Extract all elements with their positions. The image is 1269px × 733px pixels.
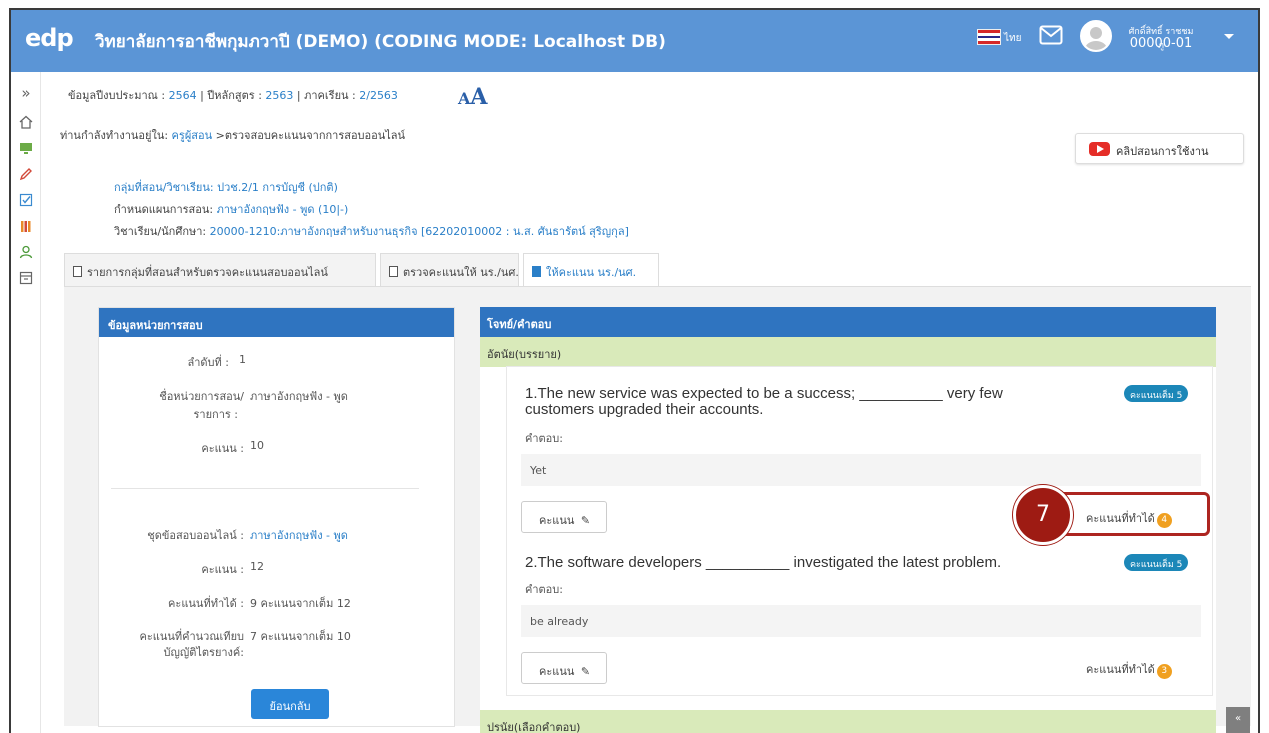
earned-score: คะแนนที่ทำได้ 3 [1086, 660, 1172, 679]
checkbox-icon[interactable] [18, 193, 34, 209]
sidebar: » [11, 72, 41, 733]
set-score-value: 12 [250, 560, 264, 573]
divider [111, 488, 419, 489]
budget-label: ข้อมูลปีงบประมาณ : [68, 89, 166, 102]
app-logo[interactable]: edp [25, 24, 74, 52]
thai-flag-icon[interactable] [977, 29, 1001, 45]
meta-subject: วิชาเรียน/นักศึกษา: 20000-1210:ภาษาอังกฤ… [114, 222, 629, 240]
tab-group-list[interactable]: รายการกลุ่มที่สอนสำหรับตรวจคะแนนสอบออนไล… [64, 253, 376, 286]
unit-label-2: รายการ : [193, 408, 238, 421]
question-answer-panel-title: โจทย์/คำตอบ [480, 307, 1216, 337]
score-button-label: คะแนน [539, 514, 575, 527]
answer-label: คำตอบ: [525, 583, 563, 596]
document-icon [532, 266, 541, 277]
earned-score-value: 3 [1156, 664, 1172, 679]
monitor-icon[interactable] [18, 141, 34, 157]
breadcrumb-current: >ตรวจสอบคะแนนจากการสอบออนไลน์ [215, 129, 406, 142]
tab-label: รายการกลุ่มที่สอนสำหรับตรวจคะแนนสอบออนไล… [87, 266, 328, 279]
semester-label: ภาคเรียน : [304, 89, 356, 102]
budget-value: 2564 [168, 89, 197, 102]
font-size-controls: AA [458, 84, 488, 110]
unit-value: ภาษาอังกฤษฟัง - พูด [250, 390, 348, 403]
score-edit-button[interactable]: คะแนน ✎ [521, 652, 607, 684]
full-score-badge: คะแนนเต็ม 5 [1124, 385, 1189, 402]
semester-value: 2/2563 [359, 89, 398, 102]
chevrons-right-icon[interactable]: » [18, 84, 34, 102]
breadcrumb-prefix: ท่านกำลังทำงานอยู่ใน: [60, 129, 169, 142]
subject-label: วิชาเรียน/นักศึกษา: [114, 225, 207, 238]
exam-unit-panel: ข้อมูลหน่วยการสอบ ลำดับที่ : 1 ชื่อหน่วย… [98, 307, 455, 727]
home-icon[interactable] [18, 115, 34, 131]
calc-value: 7 คะแนนจากเต็ม 10 [250, 630, 351, 643]
breadcrumb: ท่านกำลังทำงานอยู่ใน: ครูผู้สอน >ตรวจสอบ… [60, 126, 405, 144]
question-1-line-1: 1.The new service was expected to be a s… [525, 385, 1003, 402]
order-value: 1 [239, 353, 246, 366]
set-label: ชุดข้อสอบออนไลน์ : [147, 529, 244, 542]
exam-unit-panel-title: ข้อมูลหน่วยการสอบ [99, 308, 454, 337]
full-score-badge: คะแนนเต็ม 5 [1124, 554, 1189, 571]
group-label: กลุ่มที่สอน/วิชาเรียน: [114, 181, 214, 194]
plan-label: กำหนดแผนการสอน: [114, 203, 214, 216]
meta-plan: กำหนดแผนการสอน: ภาษาอังกฤษฟัง - พูด (10|… [114, 200, 348, 218]
youtube-icon [1089, 142, 1110, 156]
curriculum-label: ปีหลักสูตร : [207, 89, 262, 102]
plan-value[interactable]: ภาษาอังกฤษฟัง - พูด (10|-) [217, 203, 349, 216]
user-menu-chevron-down-icon[interactable] [1224, 34, 1234, 39]
tab-give-scores[interactable]: ให้คะแนน นร./นศ. [523, 253, 659, 288]
score-label: คะแนน : [201, 442, 244, 455]
books-icon[interactable] [18, 219, 34, 235]
archive-icon[interactable] [18, 271, 34, 287]
curriculum-value: 2563 [265, 89, 294, 102]
pencil-icon[interactable] [18, 167, 34, 183]
section-subjective: อัตนัย(บรรยาย) [480, 337, 1216, 367]
callout-step-number: 7 [1013, 485, 1073, 545]
avatar[interactable] [1080, 20, 1112, 52]
score-button-label: คะแนน [539, 665, 575, 678]
user-icon[interactable] [18, 245, 34, 261]
mail-icon[interactable] [1039, 25, 1063, 48]
answer-text: be already [521, 605, 1201, 637]
subject-value[interactable]: 20000-1210:ภาษาอังกฤษสำหรับงานธุรกิจ [62… [210, 225, 629, 238]
group-value[interactable]: ปวช.2/1 การบัญชี (ปกติ) [217, 181, 338, 194]
order-label: ลำดับที่ : [187, 356, 230, 369]
font-size-small-button[interactable]: A [458, 89, 470, 108]
question-2-line-1: 2.The software developers __________ inv… [525, 554, 1002, 571]
language-label[interactable]: ไทย [1004, 31, 1021, 46]
question-1-line-2: customers upgraded their accounts. [525, 401, 764, 418]
fiscal-info: ข้อมูลปีงบประมาณ : 2564 | ปีหลักสูตร : 2… [68, 89, 398, 102]
scroll-to-top-button[interactable]: « [1226, 707, 1250, 733]
tutorial-video-label: คลิปสอนการใช้งาน [1116, 145, 1209, 158]
tab-label: ตรวจคะแนนให้ นร./นศ. [403, 266, 519, 279]
back-button[interactable]: ย้อนกลับ [251, 689, 329, 719]
meta-group: กลุ่มที่สอน/วิชาเรียน: ปวช.2/1 การบัญชี … [114, 178, 338, 196]
earned-score-label: คะแนนที่ทำได้ [1086, 663, 1155, 676]
section-objective: ปรนัย(เลือกคำตอบ) [480, 710, 1216, 733]
set-score-label: คะแนน : [201, 563, 244, 576]
app-title: วิทยาลัยการอาชีพกุมภวาปี (DEMO) (CODING … [95, 32, 666, 52]
earned-value: 9 คะแนนจากเต็ม 12 [250, 597, 351, 610]
breadcrumb-role-link[interactable]: ครูผู้สอน [172, 129, 213, 142]
callout-highlight-box [1053, 492, 1210, 536]
edit-icon: ✎ [580, 514, 591, 527]
font-size-large-button[interactable]: A [470, 84, 487, 110]
user-id[interactable]: 00000-01 [1121, 36, 1201, 51]
answer-label: คำตอบ: [525, 432, 563, 445]
score-edit-button[interactable]: คะแนน ✎ [521, 501, 607, 533]
tutorial-video-button[interactable]: คลิปสอนการใช้งาน [1075, 133, 1244, 164]
document-icon [73, 266, 82, 277]
earned-label: คะแนนที่ทำได้ : [168, 597, 244, 610]
top-navbar: edp วิทยาลัยการอาชีพกุมภวาปี (DEMO) (COD… [11, 10, 1258, 72]
tab-label: ให้คะแนน นร./นศ. [546, 266, 637, 279]
calc-label-2: บัญญัติไตรยางค์: [163, 646, 244, 659]
unit-label-1: ชื่อหน่วยการสอน/ [159, 390, 244, 403]
set-value: ภาษาอังกฤษฟัง - พูด [250, 529, 348, 542]
answer-text: Yet [521, 454, 1201, 486]
tab-check-scores[interactable]: ตรวจคะแนนให้ นร./นศ. [380, 253, 519, 286]
edit-icon: ✎ [580, 665, 591, 678]
document-icon [389, 266, 398, 277]
score-value: 10 [250, 439, 264, 452]
